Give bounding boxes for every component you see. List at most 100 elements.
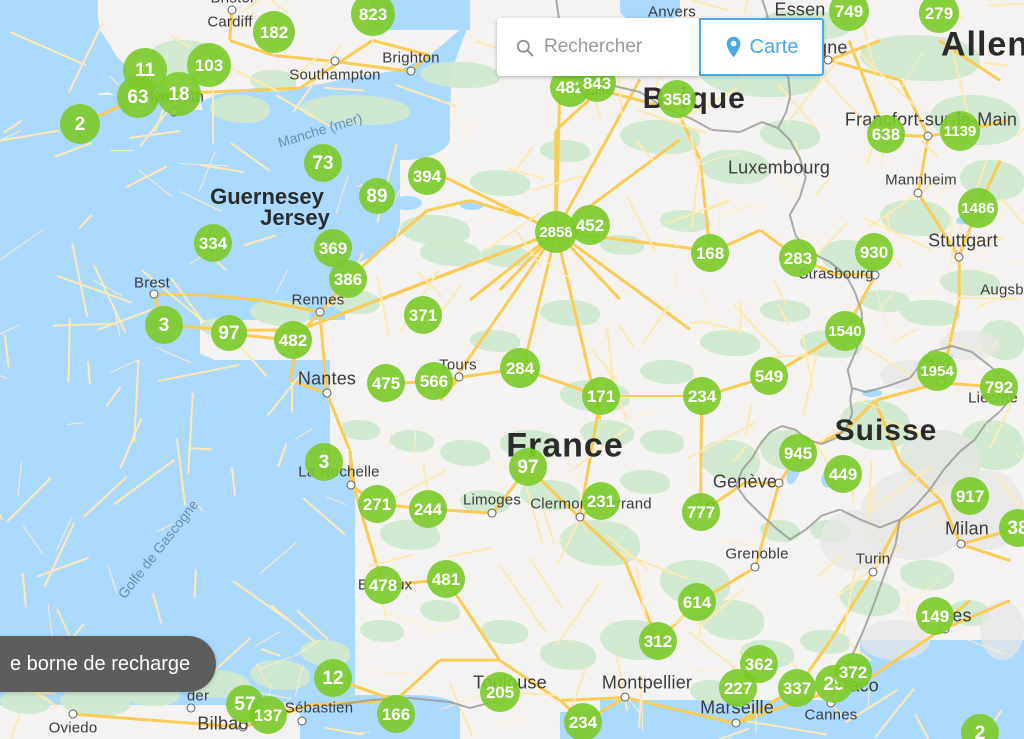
city-label: Southampton (289, 67, 380, 84)
city-label: Stuttgart (928, 231, 998, 252)
cluster-marker[interactable]: 149 (916, 597, 954, 635)
city-dot (187, 704, 196, 713)
cluster-marker[interactable]: 97 (509, 448, 547, 486)
cluster-marker[interactable]: 3 (145, 306, 183, 344)
search-placeholder-text: Rechercher (544, 36, 642, 58)
city-label: es (952, 606, 971, 627)
city-label: Mannheim (885, 172, 957, 189)
cluster-marker[interactable]: 3 (305, 443, 343, 481)
cluster-marker[interactable]: 205 (480, 672, 520, 712)
cluster-marker[interactable]: 386 (329, 260, 367, 298)
city-dot (924, 132, 933, 141)
cluster-marker[interactable]: 168 (691, 234, 729, 272)
city-dot (407, 67, 416, 76)
road-segment (108, 75, 119, 86)
cluster-marker[interactable]: 231 (582, 482, 620, 520)
city-label: Cardiff (207, 14, 252, 31)
cluster-marker[interactable]: 166 (377, 695, 415, 733)
cluster-marker[interactable]: 312 (639, 622, 677, 660)
city-dot (732, 719, 741, 728)
city-dot (347, 481, 356, 490)
map-canvas[interactable]: Manche (mer)Golfe de GascogneCardiffBris… (0, 0, 1024, 739)
cluster-marker[interactable]: 917 (951, 477, 989, 515)
city-label: Cannes (805, 707, 858, 724)
cluster-marker[interactable]: 475 (367, 364, 405, 402)
cluster-marker[interactable]: 2 (60, 104, 100, 144)
city-dot (298, 717, 307, 726)
cluster-marker[interactable]: 614 (678, 583, 716, 621)
cluster-marker[interactable]: 1540 (825, 311, 865, 351)
city-dot (228, 6, 237, 15)
cluster-marker[interactable]: 358 (658, 80, 696, 118)
cluster-marker[interactable]: 638 (867, 115, 905, 153)
cluster-marker[interactable]: 89 (359, 178, 395, 214)
cluster-marker[interactable]: 566 (415, 362, 453, 400)
road-segment (440, 659, 500, 662)
country-label: Suisse (835, 414, 938, 448)
cluster-marker[interactable]: 337 (778, 669, 816, 707)
road-segment (291, 382, 293, 413)
search-input[interactable]: Rechercher (497, 18, 699, 76)
city-dot (576, 513, 585, 522)
cluster-marker[interactable]: 481 (427, 560, 465, 598)
tab-carte-label: Carte (750, 36, 799, 59)
cluster-marker[interactable]: 271 (358, 485, 396, 523)
city-dot (323, 389, 332, 398)
cluster-marker[interactable]: 244 (409, 490, 447, 528)
cluster-marker[interactable]: 284 (500, 348, 540, 388)
city-dot (957, 540, 966, 549)
city-dot (488, 509, 497, 518)
road-segment (958, 257, 961, 300)
cluster-marker[interactable]: 945 (779, 434, 817, 472)
city-label: Turin (856, 551, 891, 568)
road-segment (323, 87, 364, 91)
city-label: Genève (713, 472, 777, 493)
map-controls[interactable]: Rechercher Carte (497, 18, 824, 76)
cluster-marker[interactable]: 478 (364, 566, 402, 604)
map-pin-icon (725, 36, 742, 58)
cluster-marker[interactable]: 452 (570, 205, 610, 245)
cluster-marker[interactable]: 63 (117, 76, 159, 118)
cluster-marker[interactable]: 1486 (958, 188, 998, 228)
cluster-marker[interactable]: 449 (824, 455, 862, 493)
cluster-marker[interactable]: 1954 (917, 351, 957, 391)
cluster-marker[interactable]: 234 (683, 377, 721, 415)
cluster-marker[interactable]: 283 (779, 239, 817, 277)
road-segment (154, 293, 205, 297)
cluster-marker[interactable]: 171 (582, 377, 620, 415)
toast-message: e borne de recharge (0, 636, 216, 692)
toast-text: e borne de recharge (10, 653, 190, 676)
cluster-marker[interactable]: 12 (314, 659, 352, 697)
cluster-marker[interactable]: 777 (682, 493, 720, 531)
city-label: Luxembourg (728, 158, 830, 179)
city-label: Sébastien (285, 700, 354, 717)
city-label: Brest (134, 275, 170, 292)
city-label: Montpellier (602, 673, 692, 694)
cluster-marker[interactable]: 372 (834, 653, 872, 691)
city-dot (316, 308, 325, 317)
map-terrain-shape (392, 196, 422, 210)
cluster-marker[interactable]: 792 (980, 368, 1018, 406)
cluster-marker[interactable]: 97 (211, 315, 247, 351)
road-segment (110, 150, 134, 151)
cluster-marker[interactable]: 18 (157, 72, 201, 116)
cluster-marker[interactable]: 394 (408, 157, 446, 195)
city-label: Augsb (980, 282, 1024, 299)
city-dot (869, 568, 878, 577)
city-label: Brighton (382, 50, 439, 67)
tab-carte[interactable]: Carte (699, 18, 824, 76)
city-label: Bristol (210, 0, 253, 7)
cluster-marker[interactable]: 73 (304, 144, 342, 182)
cluster-marker[interactable]: 549 (750, 357, 788, 395)
cluster-marker[interactable]: 371 (404, 296, 442, 334)
cluster-marker[interactable]: 334 (194, 224, 232, 262)
cluster-marker[interactable]: 227 (719, 669, 757, 707)
cluster-marker[interactable]: 137 (249, 696, 287, 734)
cluster-marker[interactable]: 930 (855, 233, 893, 271)
cluster-marker[interactable]: 1139 (940, 111, 980, 151)
city-dot (955, 253, 964, 262)
cluster-marker[interactable]: 182 (253, 11, 295, 53)
city-label: Grenoble (725, 546, 788, 563)
cluster-marker[interactable]: 482 (274, 321, 312, 359)
cluster-marker[interactable]: 234 (564, 703, 602, 739)
